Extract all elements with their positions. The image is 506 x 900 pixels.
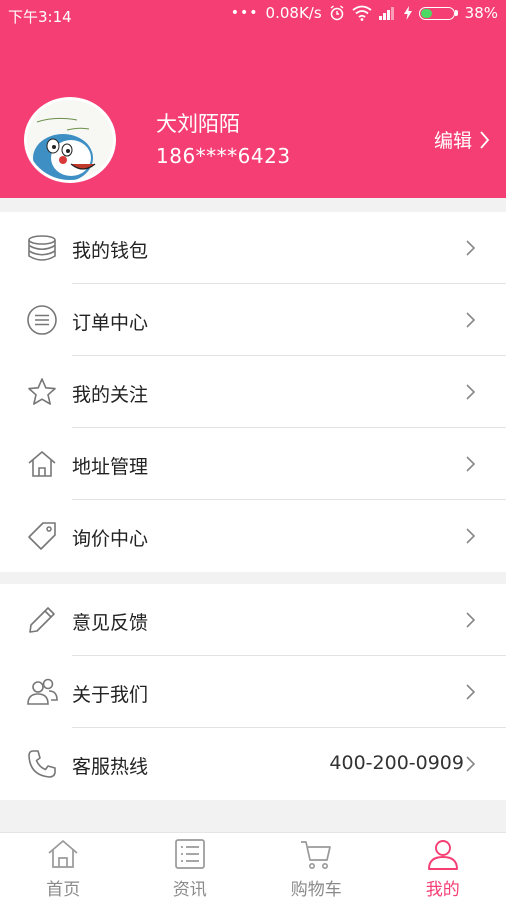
network-speed: 0.08K/s: [265, 4, 322, 22]
profile-icon: [427, 840, 458, 870]
news-icon: [174, 839, 205, 869]
menu-group-account: 我的钱包 订单中心 我的关注 地址管理 询价中心: [0, 212, 506, 572]
menu-label: 关于我们: [72, 684, 149, 706]
avatar[interactable]: [24, 97, 116, 183]
tab-label: 资讯: [172, 880, 207, 900]
user-phone: 186****6423: [156, 144, 291, 168]
chevron-right-icon: [466, 612, 476, 628]
menu-item-follow[interactable]: 我的关注: [0, 356, 506, 428]
wifi-icon: [352, 5, 372, 21]
list-icon: [27, 305, 57, 335]
people-icon: [27, 678, 58, 705]
menu-item-inquiry[interactable]: 询价中心: [0, 500, 506, 572]
user-name: 大刘陌陌: [156, 112, 240, 136]
status-time: 下午3:14: [8, 8, 72, 26]
tab-label: 我的: [425, 880, 460, 900]
menu-label: 我的关注: [72, 384, 149, 406]
menu-label: 询价中心: [72, 528, 149, 550]
tab-label: 购物车: [290, 880, 342, 900]
menu-item-feedback[interactable]: 意见反馈: [0, 584, 506, 656]
tag-icon: [28, 522, 56, 550]
tab-label: 首页: [46, 880, 81, 900]
chevron-right-icon: [466, 312, 476, 328]
menu-item-orders[interactable]: 订单中心: [0, 284, 506, 356]
menu-label: 地址管理: [72, 456, 149, 478]
battery-percent: 38%: [464, 4, 498, 22]
chevron-right-icon: [466, 684, 476, 700]
menu-item-about[interactable]: 关于我们: [0, 656, 506, 728]
hotline-number[interactable]: 400-200-0909: [329, 752, 464, 774]
chevron-right-icon: [466, 528, 476, 544]
edit-profile-button[interactable]: 编辑: [434, 126, 490, 153]
chevron-right-icon: [466, 756, 476, 772]
edit-label: 编辑: [433, 130, 472, 152]
more-dots-icon: •••: [230, 5, 259, 21]
tab-home[interactable]: 首页: [0, 833, 127, 900]
menu-label: 意见反馈: [72, 612, 149, 634]
tab-cart[interactable]: 购物车: [253, 833, 380, 900]
status-bar: 下午3:14 ••• 0.08K/s 38%: [0, 0, 506, 30]
home-icon: [28, 451, 56, 477]
menu-label: 客服热线: [72, 756, 149, 778]
tab-news[interactable]: 资讯: [127, 833, 254, 900]
bottom-tab-bar: 首页 资讯 购物车 我的: [0, 832, 506, 900]
menu-item-address[interactable]: 地址管理: [0, 428, 506, 500]
charging-icon: [403, 6, 412, 20]
pencil-icon: [29, 607, 55, 633]
signal-icon: [378, 7, 394, 20]
home-tab-icon: [48, 840, 78, 868]
menu-item-hotline[interactable]: 客服热线 400-200-0909: [0, 728, 506, 800]
menu-group-support: 意见反馈 关于我们 客服热线 400-200-0909: [0, 584, 506, 800]
chevron-right-icon: [480, 130, 490, 149]
menu-label: 订单中心: [72, 312, 149, 334]
alarm-icon: [330, 5, 344, 21]
tab-mine[interactable]: 我的: [380, 833, 506, 900]
battery-icon: [418, 6, 458, 20]
cart-icon: [301, 841, 332, 869]
star-icon: [28, 378, 56, 405]
wallet-icon: [28, 235, 56, 261]
chevron-right-icon: [466, 456, 476, 472]
menu-item-wallet[interactable]: 我的钱包: [0, 212, 506, 284]
chevron-right-icon: [466, 240, 476, 256]
chevron-right-icon: [466, 384, 476, 400]
phone-icon: [28, 750, 56, 778]
doraemon-avatar-image: [27, 100, 113, 180]
menu-label: 我的钱包: [72, 240, 149, 262]
